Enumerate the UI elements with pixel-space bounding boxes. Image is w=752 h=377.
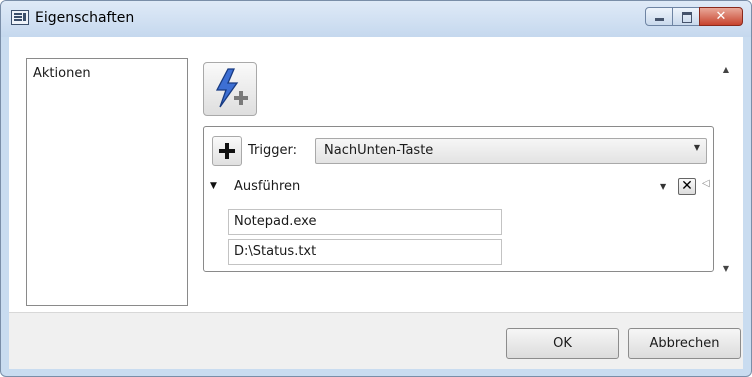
scroll-down-arrow-icon[interactable]: ▼ [719,262,733,276]
list-item-aktionen[interactable]: Aktionen [33,66,91,81]
trigger-label: Trigger: [248,143,297,158]
parameter-field-file[interactable]: D:\Status.txt [228,239,502,265]
ok-button[interactable]: OK [506,328,619,359]
properties-window-icon [11,10,29,25]
remove-action-button[interactable]: ✕ [678,178,696,195]
scroll-up-arrow-icon[interactable]: ▲ [719,63,733,77]
add-action-button[interactable] [203,62,257,116]
category-list[interactable]: Aktionen [26,58,188,306]
cancel-button[interactable]: Abbrechen [628,328,741,359]
splitter-handle-icon[interactable]: ◁ [702,178,710,189]
maximize-button[interactable] [672,7,700,26]
add-trigger-button[interactable] [212,136,242,166]
parameter-value: D:\Status.txt [234,244,317,259]
window-controls: ✕ [645,7,743,26]
chevron-down-icon: ▼ [693,143,700,152]
maximize-icon [682,12,692,23]
action-dropdown-icon[interactable]: ▼ [660,182,666,191]
close-icon: ✕ [715,9,727,24]
trigger-select[interactable]: NachUnten-Taste ▼ [315,138,707,164]
parameter-value: Notepad.exe [234,214,317,229]
close-button[interactable]: ✕ [699,7,743,26]
expand-icon[interactable]: ▼ [210,181,217,191]
minimize-icon [655,18,664,21]
action-label: Ausführen [234,179,301,194]
action-row: ▼ Ausführen ▼ ✕ ◁ [204,175,713,201]
close-icon: ✕ [681,178,693,194]
window-title: Eigenschaften [35,10,135,26]
minimize-button[interactable] [645,7,673,26]
trigger-select-value: NachUnten-Taste [324,143,434,158]
title-bar[interactable]: Eigenschaften ✕ [1,1,751,37]
plus-icon-vertical [225,143,229,159]
parameter-field-program[interactable]: Notepad.exe [228,209,502,235]
lightning-add-icon [215,68,248,108]
